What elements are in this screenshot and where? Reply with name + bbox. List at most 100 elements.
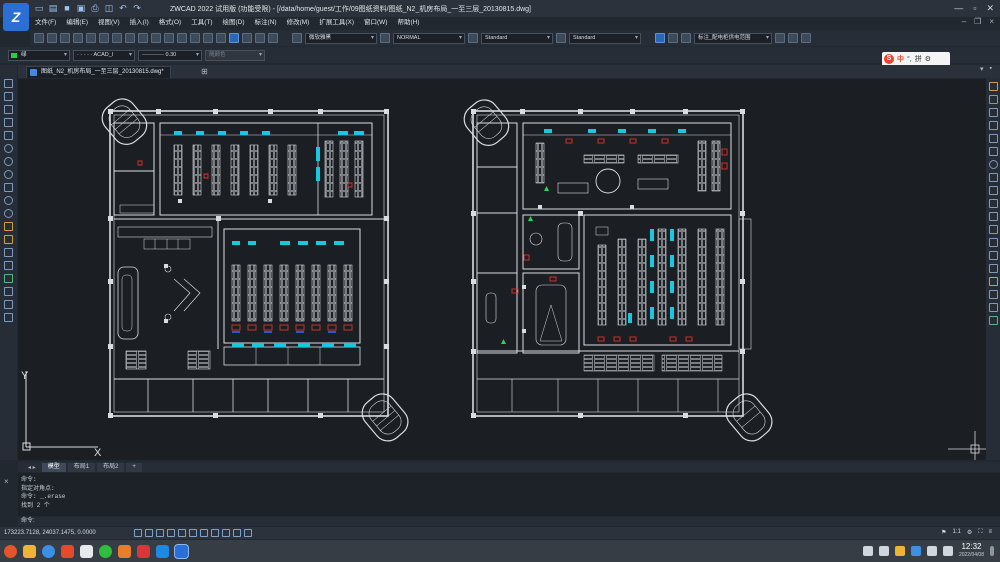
plot-preview-icon[interactable]: ◫	[104, 3, 114, 13]
rotate-icon[interactable]	[988, 160, 998, 169]
osnap-toggle-icon[interactable]	[178, 529, 186, 537]
customize-icon[interactable]: ≡	[988, 529, 992, 536]
offset-icon[interactable]	[988, 121, 998, 130]
mleader-style-combo[interactable]: Standard	[569, 32, 641, 44]
drawing-canvas[interactable]: X Y	[18, 79, 986, 460]
fillet-icon[interactable]	[988, 264, 998, 273]
model-space-icon[interactable]	[244, 529, 252, 537]
revcloud-icon[interactable]	[4, 170, 13, 179]
lengthen-icon[interactable]	[988, 290, 998, 299]
zoom-previous-icon[interactable]	[216, 33, 226, 43]
transparency-icon[interactable]	[233, 529, 241, 537]
new-icon[interactable]	[34, 33, 44, 43]
dim-style-icon[interactable]	[380, 33, 390, 43]
volume-tray-icon[interactable]	[926, 546, 937, 556]
music-app-icon[interactable]	[137, 544, 150, 558]
ellipse-arc-icon[interactable]	[4, 209, 13, 218]
start-menu-icon[interactable]	[4, 544, 17, 558]
polar-toggle-icon[interactable]	[167, 529, 175, 537]
rectangle-icon[interactable]	[4, 131, 13, 140]
usb-tray-icon[interactable]	[878, 546, 889, 556]
explode-icon[interactable]	[988, 277, 998, 286]
properties-icon[interactable]	[229, 33, 239, 43]
extend-icon[interactable]	[988, 212, 998, 221]
zwcad-taskbar-icon[interactable]	[174, 543, 189, 559]
table-icon[interactable]	[4, 300, 13, 309]
dynamic-input-icon[interactable]	[211, 529, 219, 537]
save-as-icon[interactable]: ▣	[76, 3, 86, 13]
menu-insert[interactable]: 插入(I)	[125, 17, 154, 29]
layer-isolate-icon[interactable]	[801, 33, 811, 43]
input-method-bar[interactable]: S 中 °, 拼 ⚙	[882, 52, 950, 66]
annotation-scale[interactable]: 1:1	[953, 529, 961, 536]
menu-tools[interactable]: 工具(T)	[186, 17, 217, 29]
mleader-style-icon[interactable]	[556, 33, 566, 43]
stretch-icon[interactable]	[988, 186, 998, 195]
ime-language[interactable]: 中	[897, 54, 904, 64]
save-icon[interactable]: ■	[62, 3, 72, 13]
redo-icon[interactable]: ↷	[132, 3, 142, 13]
bluetooth-tray-icon[interactable]	[910, 546, 921, 556]
chamfer-icon[interactable]	[988, 251, 998, 260]
properties-panel-icon[interactable]	[988, 316, 998, 325]
ellipse-icon[interactable]	[4, 196, 13, 205]
grid-toggle-icon[interactable]	[134, 529, 142, 537]
doc-minimize-icon[interactable]: –	[962, 17, 966, 26]
design-center-icon[interactable]	[242, 33, 252, 43]
tab-model[interactable]: 模型	[41, 462, 66, 472]
mirror-icon[interactable]	[988, 108, 998, 117]
lineweight-combo[interactable]: ———— 0.30	[138, 49, 202, 61]
layout-nav-icon[interactable]: ◂ ▸	[28, 464, 36, 471]
insert-block-icon[interactable]	[4, 222, 13, 231]
match-properties-icon[interactable]	[138, 33, 148, 43]
text-style-combo[interactable]: 微软雅黑	[305, 32, 377, 44]
menu-modify[interactable]: 修改(M)	[282, 17, 315, 29]
document-tab[interactable]: 图纸_N2_机房布局_一至三层_20130815.dwg*	[26, 66, 171, 78]
show-desktop-icon[interactable]	[990, 546, 994, 556]
table-style-icon[interactable]	[468, 33, 478, 43]
gradient-icon[interactable]	[4, 274, 13, 283]
ime-punct-icon[interactable]: °,	[907, 56, 912, 63]
polyline-icon[interactable]	[4, 105, 13, 114]
network-tray-icon[interactable]	[894, 546, 905, 556]
hatch-icon[interactable]	[4, 261, 13, 270]
preview-icon[interactable]	[86, 33, 96, 43]
ime-app-icon[interactable]	[156, 544, 169, 558]
snap-toggle-icon[interactable]	[145, 529, 153, 537]
tool-palettes-icon[interactable]	[255, 33, 265, 43]
layer-manager-icon[interactable]	[655, 33, 665, 43]
print-icon[interactable]: ⎙	[90, 3, 100, 13]
undo-toolbar-icon[interactable]	[151, 33, 161, 43]
break-icon[interactable]	[988, 225, 998, 234]
xline-icon[interactable]	[4, 92, 13, 101]
ime-mode[interactable]: 拼	[915, 54, 922, 64]
menu-draw[interactable]: 绘图(D)	[218, 17, 250, 29]
move-icon[interactable]	[988, 147, 998, 156]
scale-icon[interactable]	[988, 173, 998, 182]
tab-list-icon[interactable]: ▾	[980, 65, 984, 73]
open-file-icon[interactable]: ▤	[48, 3, 58, 13]
new-tab-icon[interactable]: ⊞	[201, 67, 208, 76]
system-clock[interactable]: 12:32 2022/04/08	[959, 543, 984, 559]
redo-toolbar-icon[interactable]	[164, 33, 174, 43]
spline-icon[interactable]	[4, 183, 13, 192]
printer-tray-icon[interactable]	[862, 546, 873, 556]
make-current-layer-icon[interactable]	[775, 33, 785, 43]
mtext-icon[interactable]	[4, 313, 13, 322]
arc-icon[interactable]	[4, 144, 13, 153]
print-toolbar-icon[interactable]	[73, 33, 83, 43]
undo-icon[interactable]: ↶	[118, 3, 128, 13]
selection-cycling-icon[interactable]	[222, 529, 230, 537]
otrack-toggle-icon[interactable]	[189, 529, 197, 537]
menu-help[interactable]: 帮助(H)	[392, 17, 424, 29]
align-icon[interactable]	[988, 303, 998, 312]
zoom-window-icon[interactable]	[203, 33, 213, 43]
layer-state-icon[interactable]	[668, 33, 678, 43]
ortho-toggle-icon[interactable]	[156, 529, 164, 537]
tab-layout2[interactable]: 布局2	[97, 462, 125, 472]
open-icon[interactable]	[47, 33, 57, 43]
point-icon[interactable]	[4, 248, 13, 257]
zoom-realtime-icon[interactable]	[190, 33, 200, 43]
save-toolbar-icon[interactable]	[60, 33, 70, 43]
menu-file[interactable]: 文件(F)	[30, 17, 61, 29]
